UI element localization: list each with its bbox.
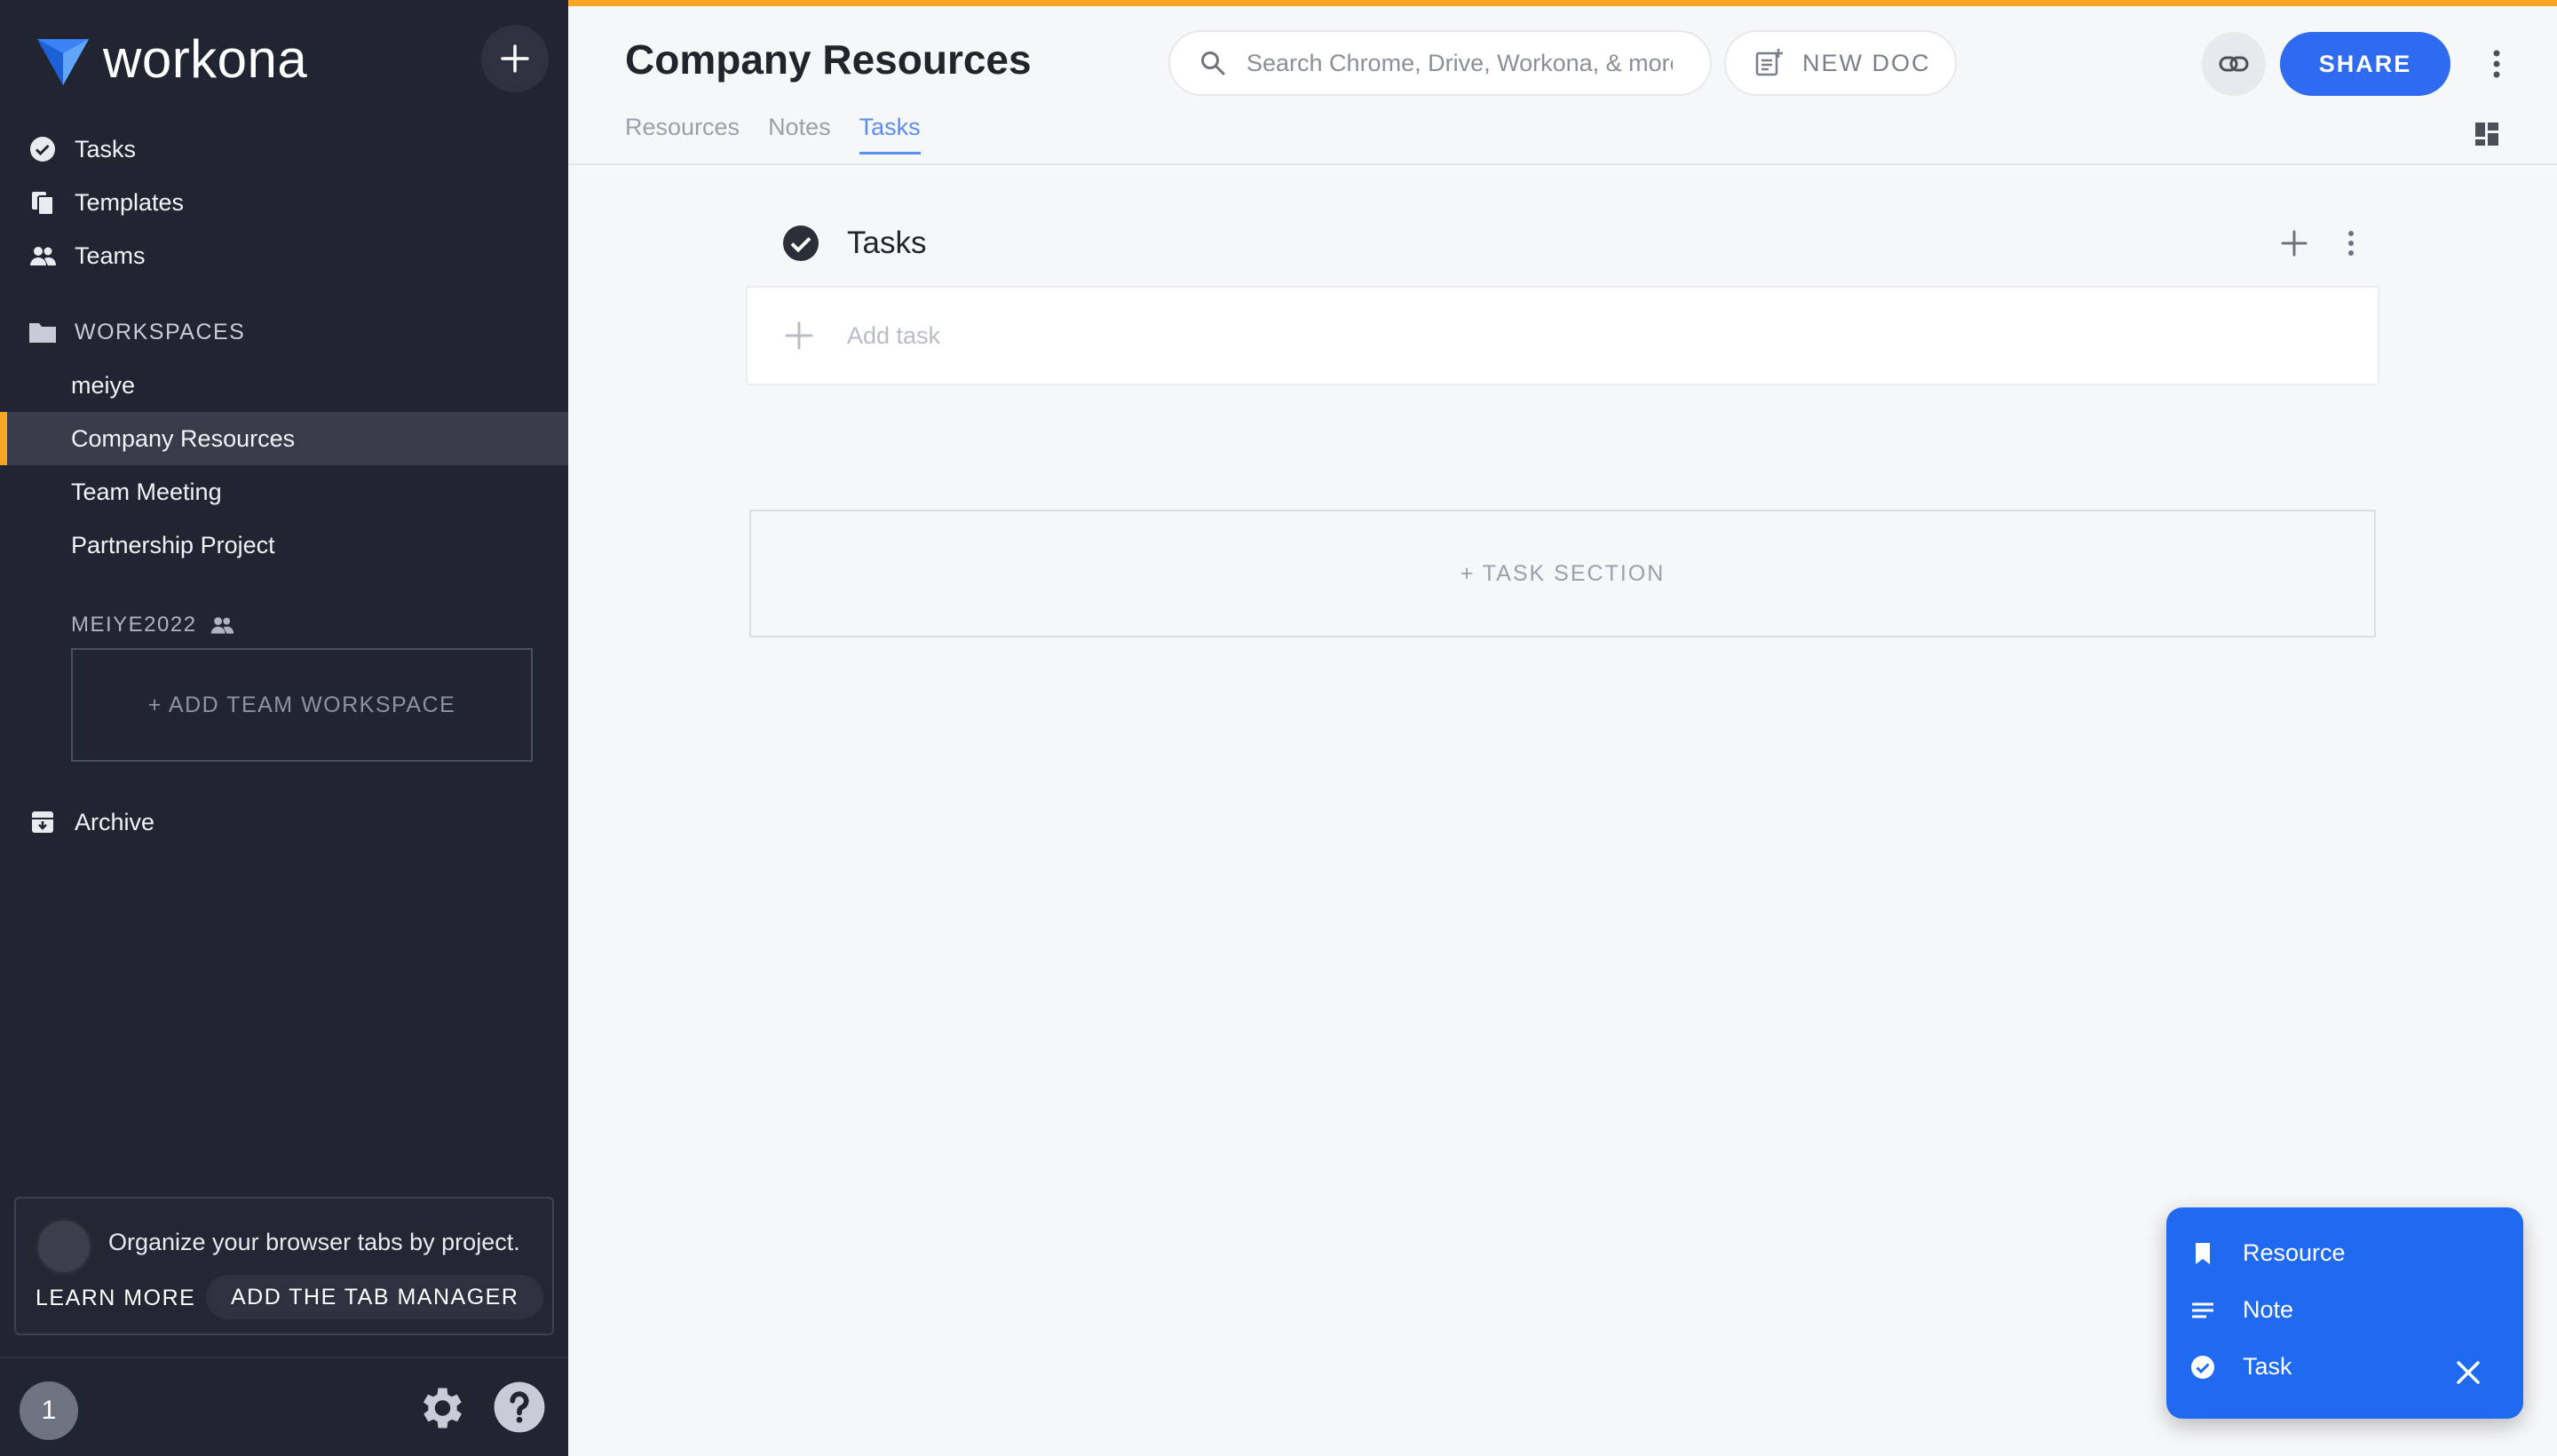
new-doc-button[interactable]: NEW DOC: [1724, 30, 1957, 96]
add-workspace-button[interactable]: [481, 25, 549, 92]
sidebar-footer: 1: [0, 1357, 568, 1456]
lines-icon: [2192, 1302, 2213, 1318]
plus-icon: [501, 44, 529, 73]
quick-add-menu: Resource Note Task: [2166, 1207, 2523, 1419]
archive-icon: [32, 811, 53, 833]
workspace-item-meiye[interactable]: meiye: [0, 359, 568, 412]
sidebar-item-archive[interactable]: Archive: [27, 806, 154, 838]
folder-icon: [29, 323, 56, 343]
team-people-icon: [210, 617, 234, 634]
sidebar-item-templates[interactable]: Templates: [27, 186, 184, 218]
chrome-icon: [36, 1218, 92, 1275]
workspace-tabs: Resources Notes Tasks: [625, 114, 949, 154]
check-circle-icon: [30, 137, 55, 162]
bookmark-icon: [2196, 1242, 2210, 1264]
quick-add-resource[interactable]: Resource: [2189, 1239, 2346, 1267]
share-button[interactable]: SHARE: [2280, 32, 2450, 96]
search-icon: [1201, 51, 1225, 75]
check-circle-icon: [2191, 1355, 2214, 1379]
search-box[interactable]: [1168, 30, 1712, 96]
copy-icon: [32, 192, 54, 216]
gear-icon[interactable]: [414, 1381, 467, 1435]
check-circle-icon: [783, 226, 819, 261]
page-title: Company Resources: [625, 36, 1032, 83]
sidebar: workona Tasks Templates Teams WORKSPACES…: [0, 0, 568, 1456]
add-task-section-button[interactable]: + TASK SECTION: [749, 510, 2376, 637]
help-icon[interactable]: [492, 1380, 547, 1435]
sidebar-item-tasks[interactable]: Tasks: [27, 133, 136, 165]
quick-add-task[interactable]: Task: [2189, 1353, 2292, 1381]
top-accent-bar: [568, 0, 2557, 6]
tasks-title: Tasks: [847, 226, 927, 260]
copy-link-button[interactable]: [2202, 32, 2266, 96]
workspaces-header: WORKSPACES: [27, 316, 245, 348]
workspace-item-company-resources[interactable]: Company Resources: [0, 412, 568, 465]
people-icon: [30, 247, 56, 265]
tab-manager-promo: Organize your browser tabs by project. L…: [14, 1197, 554, 1335]
sidebar-item-label: Archive: [75, 808, 155, 835]
close-icon[interactable]: [2452, 1357, 2484, 1389]
learn-more-link[interactable]: LEARN MORE: [36, 1286, 195, 1311]
plus-icon: [785, 321, 813, 350]
workona-logo-icon: [37, 38, 89, 85]
add-task-input[interactable]: [847, 321, 2268, 350]
search-input[interactable]: [1247, 49, 1673, 77]
add-team-workspace-button[interactable]: + ADD TEAM WORKSPACE: [71, 648, 533, 762]
link-icon: [2219, 56, 2249, 72]
tasks-more-icon[interactable]: [2335, 227, 2367, 259]
workspace-item-partnership-project[interactable]: Partnership Project: [0, 518, 568, 572]
add-task-row[interactable]: [746, 286, 2379, 385]
quick-add-note[interactable]: Note: [2189, 1296, 2293, 1324]
promo-text: Organize your browser tabs by project.: [108, 1229, 520, 1255]
tabs-divider: [568, 163, 2557, 165]
tab-tasks[interactable]: Tasks: [859, 114, 921, 154]
sidebar-item-teams[interactable]: Teams: [27, 240, 146, 272]
team-header[interactable]: MEIYE2022: [71, 613, 234, 637]
add-tab-manager-button[interactable]: ADD THE TAB MANAGER: [206, 1275, 544, 1319]
workona-logo[interactable]: workona: [34, 28, 307, 90]
add-task-plus-icon[interactable]: [2278, 227, 2310, 259]
sidebar-item-label: Templates: [75, 188, 185, 216]
new-doc-icon: [1755, 49, 1783, 76]
sidebar-item-label: Teams: [75, 241, 146, 269]
more-vertical-icon[interactable]: [2479, 46, 2514, 82]
sidebar-item-label: Tasks: [75, 135, 137, 162]
workspace-item-team-meeting[interactable]: Team Meeting: [0, 465, 568, 518]
tasks-section-header: Tasks: [781, 224, 926, 263]
tab-notes[interactable]: Notes: [768, 114, 831, 154]
tab-resources[interactable]: Resources: [625, 114, 740, 154]
logo-text: workona: [103, 29, 308, 89]
notification-count-badge[interactable]: 1: [20, 1381, 78, 1440]
layout-grid-icon[interactable]: [2474, 121, 2500, 147]
